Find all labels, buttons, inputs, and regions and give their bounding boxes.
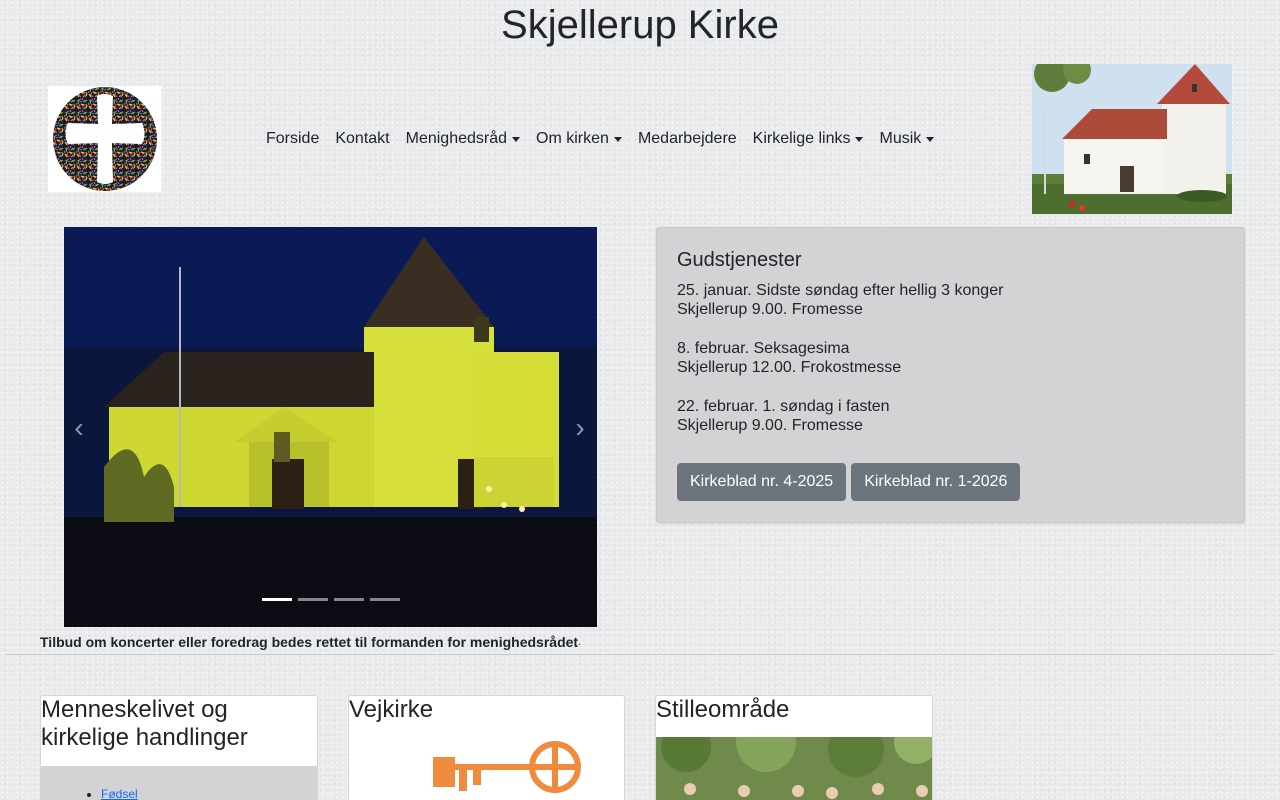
carousel-indicators [64,598,597,601]
image-carousel[interactable]: ‹ › [64,227,597,627]
church-night-photo [64,227,597,627]
stilleomraade-photo [656,737,932,800]
service-detail: Skjellerup 9.00. Fromesse [677,417,863,434]
carousel-indicator[interactable] [369,598,400,601]
nav-item-label: Kirkelige links [752,130,851,147]
divider [6,654,1274,655]
link-foedsel[interactable]: Fødsel [101,787,138,800]
caret-down-icon [512,136,521,142]
service-date: 25. januar. Sidste søndag efter hellig 3… [677,282,1004,299]
kirkeblad-1-2026-button[interactable]: Kirkeblad nr. 1-2026 [851,463,1021,501]
nav-item-medarbejdere[interactable]: Medarbejdere [630,130,745,148]
service-detail: Skjellerup 12.00. Frokostmesse [677,359,902,376]
services-heading: Gudstjenester [677,249,802,271]
card-stilleomraade: Stilleområde [655,695,933,800]
card-title: Menneskelivet og kirkelige handlinger [41,696,248,751]
nav-item-label: Medarbejdere [637,130,737,147]
service-date: 8. februar. Seksagesima [677,340,850,357]
caret-down-icon [855,136,864,142]
service-entry: 22. februar. 1. søndag i fasten Skjeller… [677,397,1224,435]
kirkeblad-4-2025-button[interactable]: Kirkeblad nr. 4-2025 [677,463,847,501]
notice-text: Tilbud om koncerter eller foredrag bedes… [40,634,582,650]
caret-down-icon [926,136,935,142]
nav-item-label: Forside [266,130,320,147]
nav-item-label: Om kirken [536,130,609,147]
service-detail: Skjellerup 9.00. Fromesse [677,301,863,318]
site-title: Skjellerup Kirke [501,3,779,47]
carousel-next[interactable]: › [565,412,595,444]
list-item: Fødsel [101,787,138,800]
service-entry: 8. februar. Seksagesima Skjellerup 12.00… [677,339,1224,377]
service-date: 22. februar. 1. søndag i fasten [677,398,890,415]
card-menneskelivet: Menneskelivet og kirkelige handlinger Fø… [40,695,318,800]
vejkirke-key-icon [433,741,581,793]
carousel-indicator[interactable] [261,598,292,601]
card-title: Vejkirke [349,696,434,723]
card-vejkirke: Vejkirke [348,695,625,800]
church-photo-small [1032,64,1232,214]
service-entry: 25. januar. Sidste søndag efter hellig 3… [677,281,1224,319]
nav-item-label: Musik [879,130,922,147]
nav-item-om-kirken[interactable]: Om kirken [528,130,630,148]
logo-cross[interactable] [48,86,161,192]
chevron-left-icon: ‹ [74,412,84,443]
cross-icon [52,87,157,191]
nav-item-menighedsråd[interactable]: Menighedsråd [398,130,528,148]
carousel-indicator[interactable] [333,598,364,601]
caret-down-icon [613,136,622,142]
chevron-right-icon: › [575,412,585,443]
nav-item-forside[interactable]: Forside [258,130,327,148]
nav-item-label: Kontakt [335,130,390,147]
nav-item-kontakt[interactable]: Kontakt [327,130,397,148]
services-panel: Gudstjenester 25. januar. Sidste søndag … [656,227,1245,523]
card-title: Stilleområde [656,696,790,723]
nav-item-musik[interactable]: Musik [871,130,942,148]
nav-item-label: Menighedsråd [405,130,508,147]
main-nav: Forside Kontakt Menighedsråd Om kirken Medar… [258,128,942,150]
carousel-indicator[interactable] [297,598,328,601]
carousel-prev[interactable]: ‹ [64,412,94,444]
nav-item-kirkelige-links[interactable]: Kirkelige links [745,130,872,148]
